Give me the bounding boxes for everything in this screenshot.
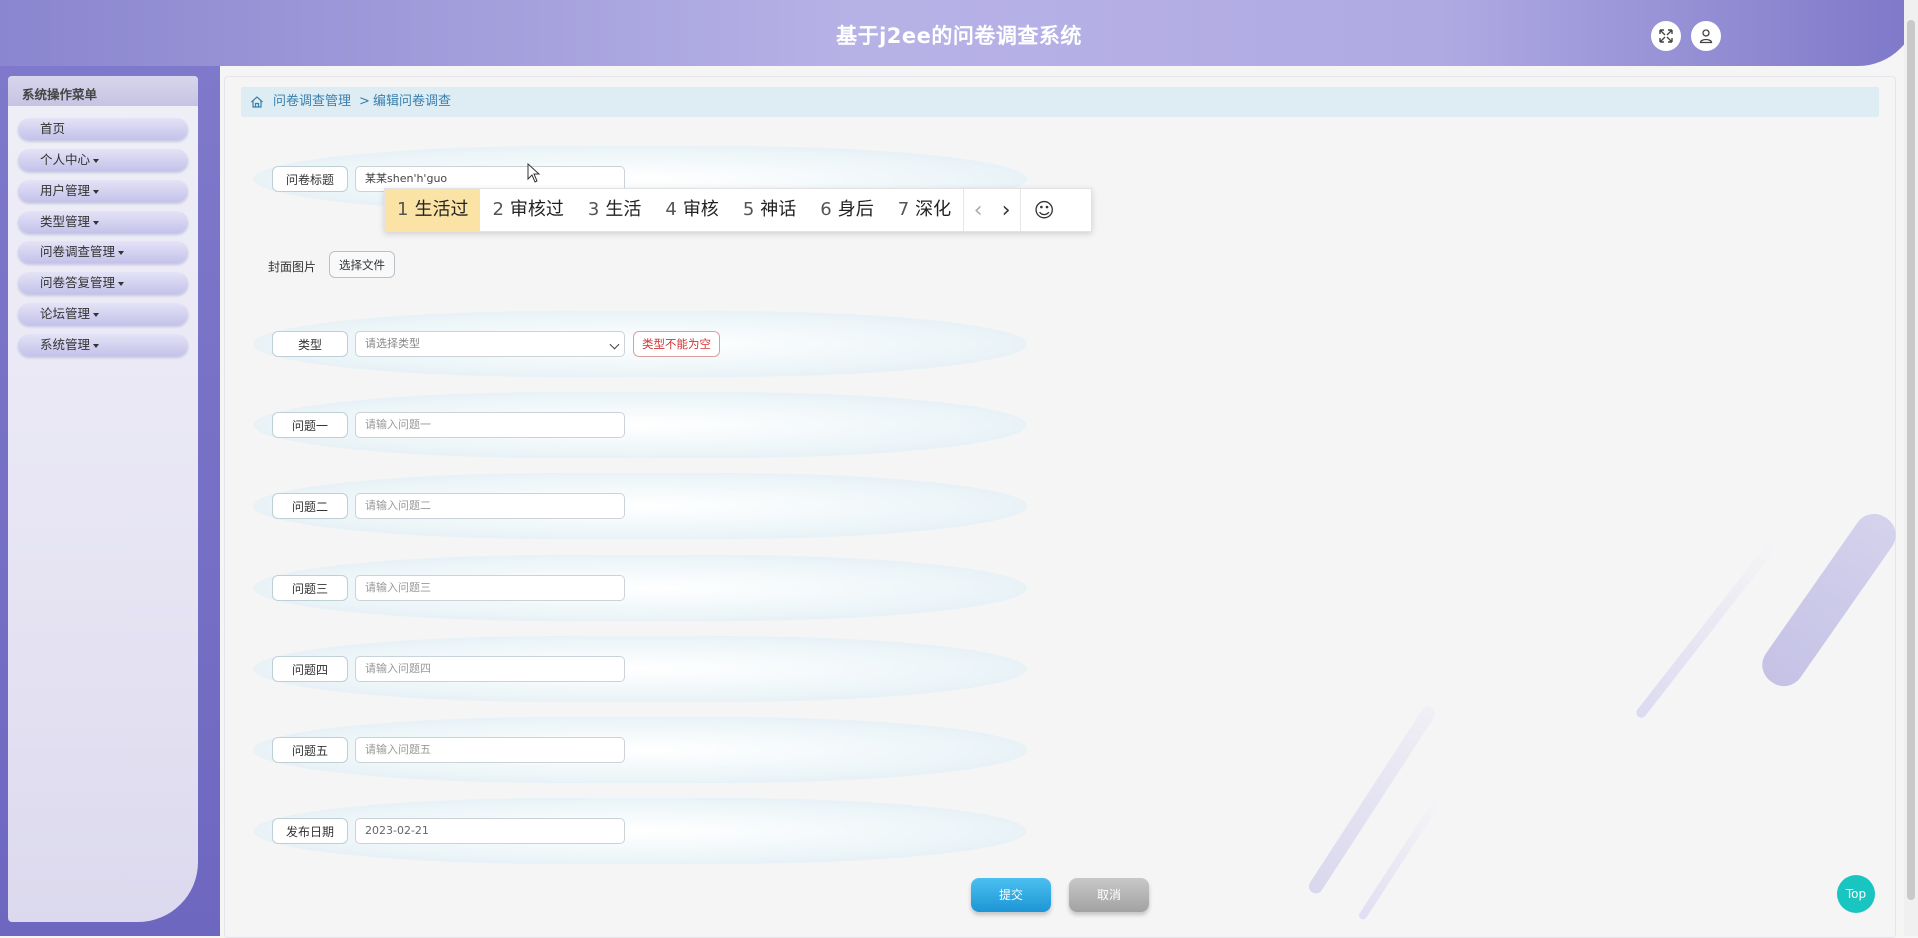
emoji-icon[interactable]: ☺ — [1021, 198, 1067, 222]
sidebar-item-label: 系统管理 — [40, 337, 91, 352]
q4-label: 问题四 — [272, 656, 348, 682]
scrollbar-thumb[interactable] — [1907, 20, 1915, 900]
sidebar-item-label: 类型管理 — [40, 214, 91, 229]
header-bar: 基于j2ee的问卷调查系统 — [0, 0, 1918, 66]
date-input[interactable]: 2023-02-21 — [355, 818, 625, 844]
sidebar-item-users[interactable]: 用户管理 — [18, 180, 188, 202]
q5-label: 问题五 — [272, 737, 348, 763]
breadcrumb: 问卷调查管理 > 编辑问卷调查 — [241, 87, 1879, 117]
ime-prev-icon[interactable]: ‹ — [964, 198, 992, 223]
type-select[interactable]: 请选择类型 — [355, 331, 625, 357]
sidebar-item-label: 用户管理 — [40, 183, 91, 198]
sidebar-item-label: 问卷答复管理 — [40, 275, 116, 290]
caret-down-icon — [93, 312, 100, 317]
sidebar-item-label: 个人中心 — [40, 152, 91, 167]
sidebar-item-personal-center[interactable]: 个人中心 — [18, 149, 188, 171]
sidebar-item-forum[interactable]: 论坛管理 — [18, 303, 188, 325]
expand-icon — [1659, 29, 1673, 43]
sidebar-item-surveys[interactable]: 问卷调查管理 — [18, 241, 188, 263]
sidebar-item-types[interactable]: 类型管理 — [18, 211, 188, 233]
ime-candidate[interactable]: 2 审核过 — [480, 189, 575, 231]
type-error-message: 类型不能为空 — [633, 331, 720, 357]
ime-candidate[interactable]: 1 生活过 — [385, 189, 481, 231]
title-label: 问卷标题 — [272, 166, 348, 192]
type-label: 类型 — [272, 331, 348, 357]
caret-down-icon — [93, 189, 100, 194]
ime-candidate[interactable]: 7 深化 — [886, 189, 963, 231]
chevron-down-icon — [609, 339, 620, 350]
ime-candidate-bar: 1 生活过 2 审核过 3 生活 4 审核 5 神话 6 身后 7 深化 ‹ › ☺ — [384, 188, 1092, 232]
q2-label: 问题二 — [272, 493, 348, 519]
ime-next-icon[interactable]: › — [992, 198, 1020, 223]
breadcrumb-parent[interactable]: 问卷调查管理 — [273, 87, 351, 117]
ime-candidate[interactable]: 4 审核 — [653, 189, 730, 231]
scrollbar[interactable] — [1904, 0, 1918, 936]
type-select-value: 请选择类型 — [365, 337, 420, 350]
home-icon[interactable] — [250, 95, 264, 109]
user-icon — [1699, 29, 1713, 44]
app-title: 基于j2ee的问卷调查系统 — [836, 24, 1082, 48]
caret-down-icon — [93, 158, 100, 163]
sidebar-item-label: 论坛管理 — [40, 306, 91, 321]
choose-file-button[interactable]: 选择文件 — [329, 251, 395, 278]
sidebar-item-answers[interactable]: 问卷答复管理 — [18, 272, 188, 294]
sidebar-item-system[interactable]: 系统管理 — [18, 334, 188, 356]
submit-button[interactable]: 提交 — [971, 878, 1051, 912]
q1-input[interactable]: 请输入问题一 — [355, 412, 625, 438]
q5-input[interactable]: 请输入问题五 — [355, 737, 625, 763]
caret-down-icon — [93, 220, 100, 225]
breadcrumb-current: 编辑问卷调查 — [373, 94, 452, 109]
sidebar-item-label: 首页 — [40, 121, 66, 136]
sidebar-panel — [8, 76, 198, 922]
user-button[interactable] — [1691, 21, 1721, 51]
cancel-button[interactable]: 取消 — [1069, 878, 1149, 912]
q3-label: 问题三 — [272, 575, 348, 601]
breadcrumb-separator: > — [359, 94, 370, 109]
ime-candidate[interactable]: 5 神话 — [731, 189, 808, 231]
cover-label: 封面图片 — [268, 260, 317, 274]
sidebar-item-home[interactable]: 首页 — [18, 118, 188, 140]
back-to-top-button[interactable]: Top — [1837, 875, 1875, 913]
fullscreen-button[interactable] — [1651, 21, 1681, 51]
ime-candidate[interactable]: 6 身后 — [808, 189, 885, 231]
date-label: 发布日期 — [272, 818, 348, 844]
caret-down-icon — [93, 343, 100, 348]
caret-down-icon — [118, 250, 125, 255]
sidebar-item-label: 问卷调查管理 — [40, 244, 116, 259]
ime-candidate[interactable]: 3 生活 — [576, 189, 653, 231]
caret-down-icon — [118, 281, 125, 286]
q2-input[interactable]: 请输入问题二 — [355, 493, 625, 519]
sidebar-header: 系统操作菜单 — [8, 76, 198, 106]
sidebar-title: 系统操作菜单 — [22, 87, 98, 102]
q1-label: 问题一 — [272, 412, 348, 438]
mouse-cursor-icon — [527, 163, 541, 183]
q4-input[interactable]: 请输入问题四 — [355, 656, 625, 682]
q3-input[interactable]: 请输入问题三 — [355, 575, 625, 601]
